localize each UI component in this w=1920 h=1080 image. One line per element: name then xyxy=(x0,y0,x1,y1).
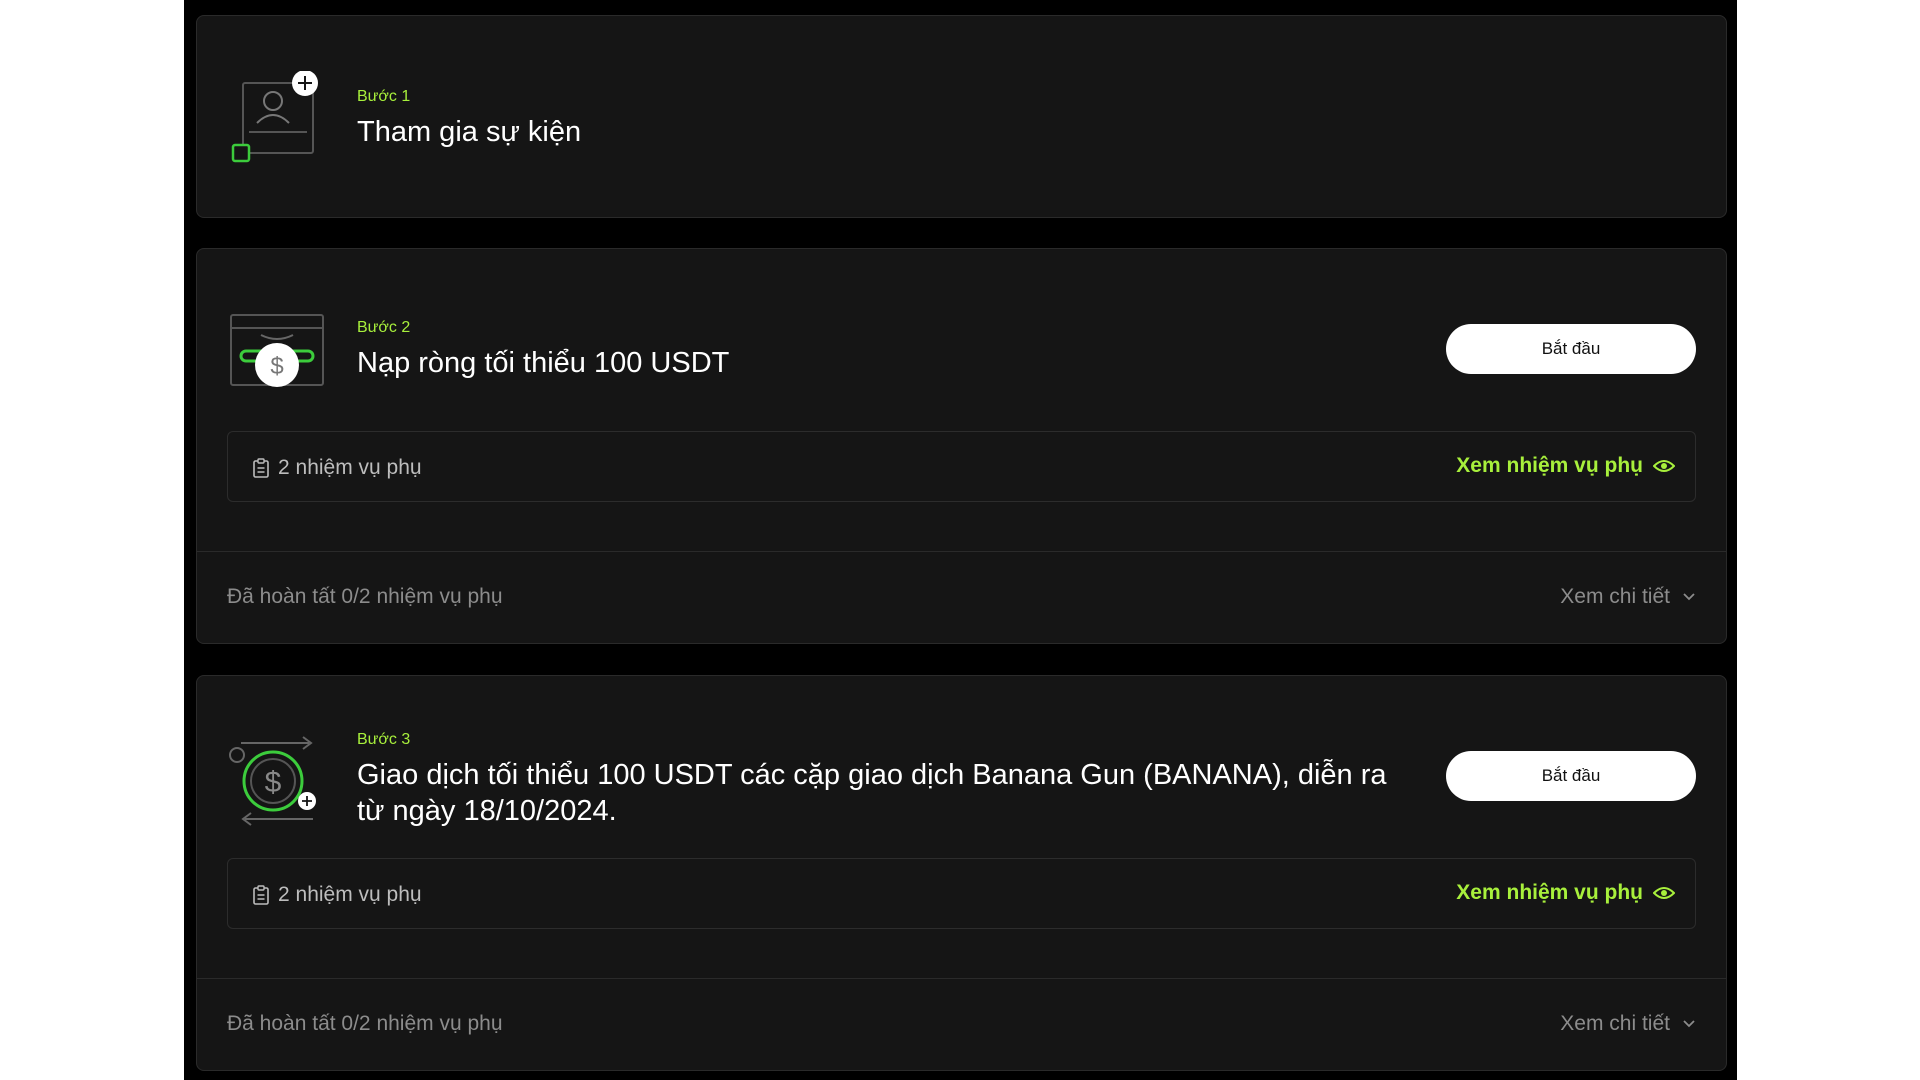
step-title: Giao dịch tối thiểu 100 USDT các cặp gia… xyxy=(357,759,1387,827)
subtask-summary: 2 nhiệm vụ phụ Xem nhiệm vụ phụ xyxy=(227,858,1696,929)
step-label: Bước 2 xyxy=(357,319,411,336)
clipboard-icon xyxy=(252,885,270,905)
view-details-label: Xem chi tiết xyxy=(1560,1012,1670,1035)
step-title: Tham gia sự kiện xyxy=(357,116,582,148)
coin-trade-icon: $ xyxy=(227,731,327,831)
eye-icon xyxy=(1653,887,1675,899)
user-profile-add-icon xyxy=(227,70,327,171)
step-card-2: $ Bước 2 Nạp ròng tối thiểu 100 USDT Bắt… xyxy=(196,248,1727,644)
subtask-count: 2 nhiệm vụ phụ xyxy=(278,883,422,906)
subtask-progress: Đã hoàn tất 0/2 nhiệm vụ phụ xyxy=(227,1012,503,1035)
view-subtasks-link[interactable]: Xem nhiệm vụ phụ xyxy=(1456,454,1675,478)
start-button[interactable]: Bắt đầu xyxy=(1446,751,1696,801)
eye-icon xyxy=(1653,460,1675,472)
clipboard-icon xyxy=(252,458,270,478)
svg-text:$: $ xyxy=(270,353,283,380)
view-details-link[interactable]: Xem chi tiết xyxy=(1560,1012,1696,1036)
subtask-progress: Đã hoàn tất 0/2 nhiệm vụ phụ xyxy=(227,585,503,608)
start-button[interactable]: Bắt đầu xyxy=(1446,324,1696,374)
wallet-deposit-icon: $ xyxy=(227,309,327,409)
view-subtasks-label: Xem nhiệm vụ phụ xyxy=(1456,881,1643,904)
step-label: Bước 3 xyxy=(357,731,411,748)
divider xyxy=(197,551,1726,552)
subtask-count: 2 nhiệm vụ phụ xyxy=(278,456,422,479)
step-card-3: $ Bước 3 Giao dịch tối thiểu 100 USDT cá… xyxy=(196,675,1727,1071)
view-subtasks-link[interactable]: Xem nhiệm vụ phụ xyxy=(1456,881,1675,905)
divider xyxy=(197,978,1726,979)
subtask-summary: 2 nhiệm vụ phụ Xem nhiệm vụ phụ xyxy=(227,431,1696,502)
step-card-1: Bước 1 Tham gia sự kiện xyxy=(196,15,1727,218)
svg-text:$: $ xyxy=(265,766,282,799)
view-subtasks-label: Xem nhiệm vụ phụ xyxy=(1456,454,1643,477)
view-details-label: Xem chi tiết xyxy=(1560,585,1670,608)
step-title: Nạp ròng tối thiểu 100 USDT xyxy=(357,347,730,379)
chevron-down-icon xyxy=(1683,593,1695,601)
tasks-panel: Bước 1 Tham gia sự kiện $ Bước 2 Nạp ròn… xyxy=(184,0,1737,1080)
chevron-down-icon xyxy=(1683,1020,1695,1028)
view-details-link[interactable]: Xem chi tiết xyxy=(1560,585,1696,609)
step-label: Bước 1 xyxy=(357,88,411,105)
